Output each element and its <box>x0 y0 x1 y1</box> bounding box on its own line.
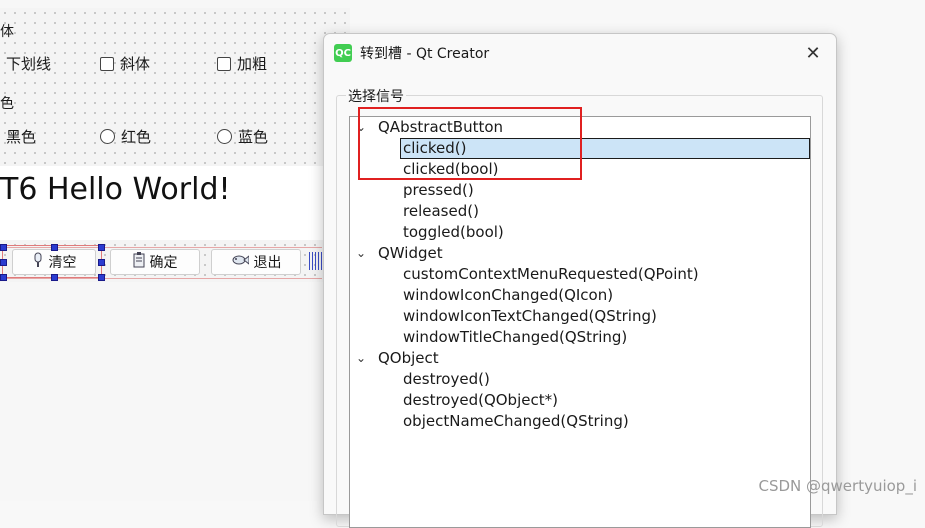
group-title: 选择信号 <box>346 86 406 106</box>
tree-item-label: pressed() <box>403 181 474 199</box>
tree-item-label: released() <box>403 202 479 220</box>
tree-item-label: windowTitleChanged(QString) <box>403 328 628 346</box>
tree-item-label: customContextMenuRequested(QPoint) <box>403 265 699 283</box>
dialog-title: 转到槽 - Qt Creator <box>360 46 490 62</box>
tree-item-object-name-changed[interactable]: objectNameChanged(QString) <box>350 411 808 432</box>
exit-button-label: 退出 <box>253 255 282 271</box>
tree-item-toggled[interactable]: toggled(bool) <box>350 222 808 243</box>
tree-item-label: toggled(bool) <box>403 223 504 241</box>
underline-checkbox[interactable]: 下划线 <box>6 53 51 74</box>
tree-item-pressed[interactable]: pressed() <box>350 180 808 201</box>
checkbox-box[interactable] <box>100 56 114 71</box>
tree-item-window-title-changed[interactable]: windowTitleChanged(QString) <box>350 327 808 348</box>
tree-item-label: windowIconChanged(QIcon) <box>403 286 614 304</box>
resize-handle[interactable] <box>0 274 7 281</box>
tree-item-released[interactable]: released() <box>350 201 808 222</box>
italic-checkbox[interactable]: 斜体 <box>100 53 150 74</box>
red-radio[interactable]: 红色 <box>100 126 151 147</box>
tree-item-window-icon-changed[interactable]: windowIconChanged(QIcon) <box>350 285 808 306</box>
tree-item-custom-context-menu[interactable]: customContextMenuRequested(QPoint) <box>350 264 808 285</box>
title-bar[interactable]: QC 转到槽 - Qt Creator ✕ <box>324 34 836 72</box>
exit-button[interactable]: 退出 <box>211 249 301 275</box>
resize-handle[interactable] <box>0 244 7 251</box>
black-radio[interactable]: 黑色 <box>6 126 36 147</box>
tree-item-label: destroyed() <box>403 370 490 388</box>
font-group-label: 体 <box>0 24 14 40</box>
tree-group-qwidget[interactable]: ⌄ QWidget <box>350 243 808 264</box>
tree-item-label: objectNameChanged(QString) <box>403 412 629 430</box>
checkbox-box[interactable] <box>217 56 231 71</box>
black-label: 黑色 <box>6 128 37 146</box>
annotation-highlight-box <box>358 107 582 180</box>
hello-label: T6 Hello World! <box>0 172 231 207</box>
ok-doc-icon <box>133 252 145 272</box>
tree-item-label: QWidget <box>378 244 443 262</box>
bold-label: 加粗 <box>237 55 268 73</box>
tree-group-qobject[interactable]: ⌄ QObject <box>350 348 808 369</box>
resize-handle[interactable] <box>98 259 105 266</box>
close-button[interactable]: ✕ <box>800 40 826 66</box>
resize-handle[interactable] <box>51 244 58 251</box>
underline-label: 下划线 <box>6 55 52 73</box>
tree-item-window-icon-text-changed[interactable]: windowIconTextChanged(QString) <box>350 306 808 327</box>
close-icon: ✕ <box>805 42 821 64</box>
watermark: CSDN @qwertyuiop_i <box>758 477 917 495</box>
resize-handle[interactable] <box>51 274 58 281</box>
red-label: 红色 <box>121 128 152 146</box>
radio-circle[interactable] <box>217 129 232 144</box>
tree-item-destroyed[interactable]: destroyed() <box>350 369 808 390</box>
tree-item-label: windowIconTextChanged(QString) <box>403 307 657 325</box>
tree-item-label: QObject <box>378 349 439 367</box>
chevron-down-icon[interactable]: ⌄ <box>356 348 366 369</box>
color-group-label: 色 <box>0 96 14 112</box>
qt-creator-logo-icon: QC <box>334 44 352 62</box>
resize-handle[interactable] <box>98 274 105 281</box>
tree-item-label: destroyed(QObject*) <box>403 391 558 409</box>
blue-label: 蓝色 <box>238 128 269 146</box>
bold-checkbox[interactable]: 加粗 <box>217 53 267 74</box>
form-grid <box>0 8 350 166</box>
ok-button[interactable]: 确定 <box>110 249 200 275</box>
go-to-slot-dialog: QC 转到槽 - Qt Creator ✕ 选择信号 ⌄ QAbstractBu… <box>323 33 837 528</box>
italic-label: 斜体 <box>120 55 151 73</box>
radio-circle[interactable] <box>100 129 115 144</box>
blue-radio[interactable]: 蓝色 <box>217 126 268 147</box>
ok-button-label: 确定 <box>149 255 178 271</box>
designer-form: 体 下划线 斜体 加粗 色 黑色 红色 蓝色 T6 Hello World! 清… <box>0 0 350 501</box>
resize-handle[interactable] <box>0 259 7 266</box>
fish-icon <box>231 254 249 270</box>
chevron-down-icon[interactable]: ⌄ <box>356 243 366 264</box>
tree-item-destroyed-qobject[interactable]: destroyed(QObject*) <box>350 390 808 411</box>
spacer-icon <box>309 252 323 270</box>
resize-handle[interactable] <box>98 244 105 251</box>
